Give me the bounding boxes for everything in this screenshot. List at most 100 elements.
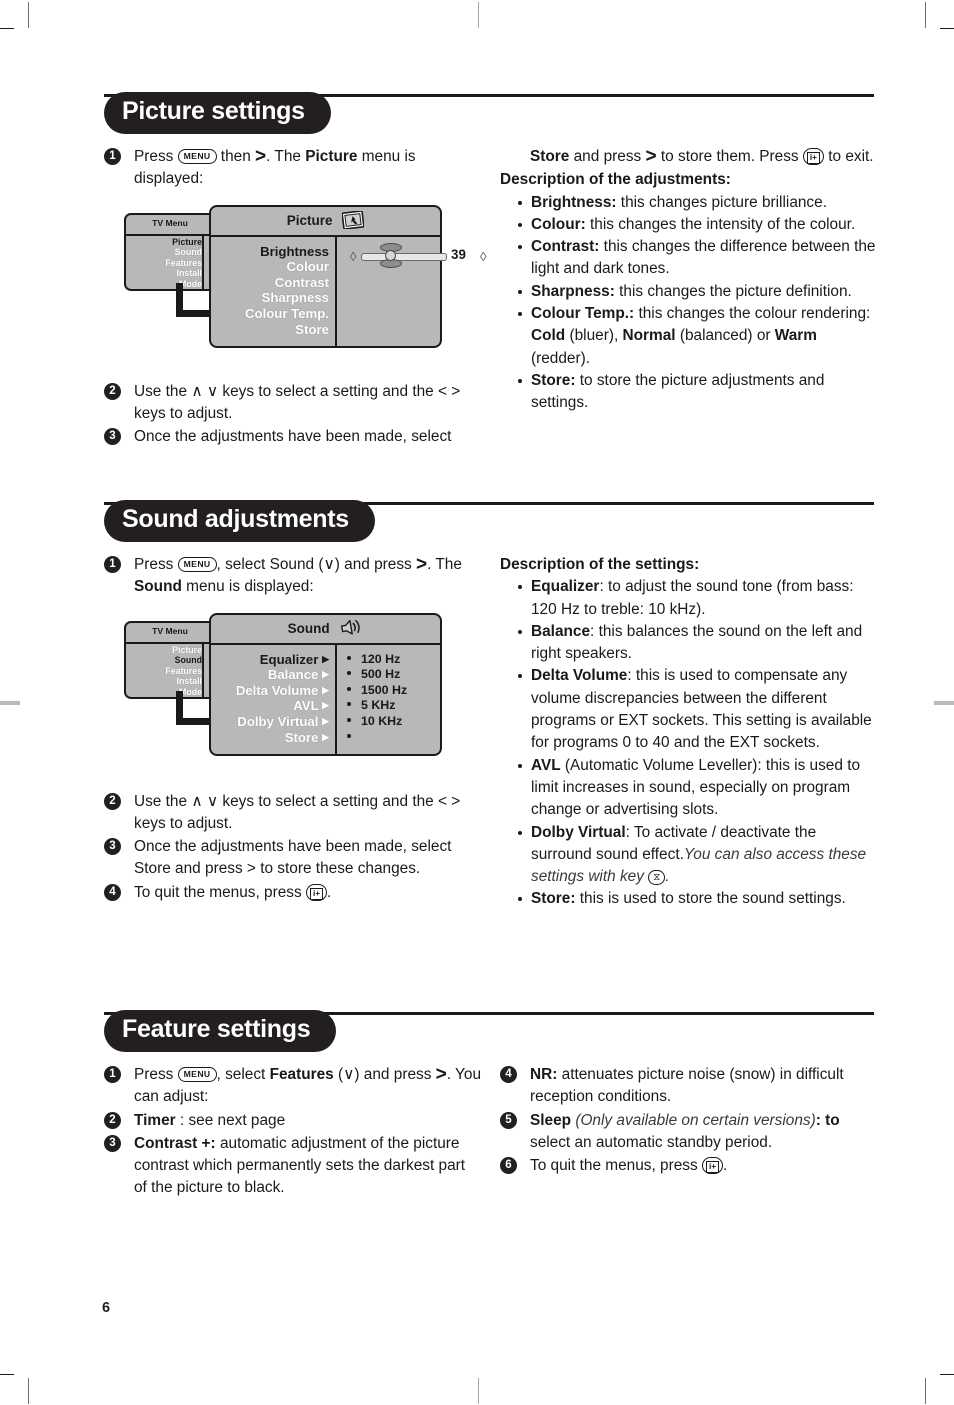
osd-tv-menu-panel: TV Menu Picture Sound Features Install M… — [124, 212, 216, 291]
feature-settings-title: Feature settings — [104, 1010, 337, 1052]
osd-setting-colour-temp[interactable]: Colour Temp. — [217, 306, 329, 322]
osd-panel-edge — [202, 641, 204, 697]
step-bold-nr: NR: — [530, 1066, 558, 1083]
osd-setting-contrast[interactable]: Contrast — [217, 275, 329, 291]
brightness-slider[interactable]: ◊ 39 ◊ — [347, 242, 486, 268]
osd-setting-store[interactable]: Store ▶ — [217, 730, 329, 746]
osd-tv-menu-panel: TV Menu Picture Sound Features Install M… — [124, 620, 216, 699]
step-number: 4 — [500, 1066, 517, 1083]
desc-text: (Automatic Volume Leveller): this is use… — [531, 756, 861, 819]
step-text-3: . The — [266, 148, 306, 165]
osd-menu-item-install[interactable]: Install — [126, 268, 202, 279]
step-text-4: menu is displayed: — [181, 578, 314, 596]
desc-text-4: (redder). — [531, 349, 591, 367]
desc-term: Balance — [531, 622, 591, 640]
desc-term: Equalizer — [531, 578, 600, 596]
feature-step-2: 2 Timer : see next page — [104, 1110, 482, 1132]
osd-setting-balance[interactable]: Balance ▶ — [217, 667, 329, 683]
bullet-dot-icon — [518, 222, 522, 227]
feature-step-3: 3 Contrast +: automatic adjustment of the… — [104, 1133, 482, 1200]
bullet-dot-icon — [518, 312, 522, 317]
osd-menu-item-picture[interactable]: Picture — [126, 645, 202, 656]
step-text: Press — [134, 1066, 178, 1083]
step-bold-features: Features — [269, 1066, 334, 1083]
osd-menu-item-sound[interactable]: Sound — [126, 247, 202, 258]
step-number: 2 — [104, 382, 121, 400]
picture-continuation: Store and press > to store them. Press i… — [500, 146, 876, 168]
step-number: 1 — [104, 1066, 121, 1083]
picture-settings-title: Picture settings — [104, 92, 331, 134]
step-text-2: , select — [216, 1066, 270, 1083]
osd-menu-item-features[interactable]: Features — [126, 258, 202, 269]
step-number: 1 — [104, 148, 121, 165]
sound-description-title: Description of the settings: — [500, 556, 700, 573]
speaker-icon — [339, 618, 363, 647]
step-bold-to: : to — [815, 1111, 840, 1129]
osd-value-row[interactable]: 5 KHz — [347, 698, 440, 714]
section-picture-settings: Picture settings 1 Press MENU then >. The… — [104, 92, 876, 446]
step-text: Press — [134, 148, 178, 165]
osd-picture-values: ◊ 39 ◊ — [337, 237, 486, 347]
osd-value-row[interactable]: 10 KHz — [347, 714, 440, 730]
desc-text-2: (bluer), — [565, 327, 623, 345]
desc-term: Contrast: — [531, 238, 600, 256]
picture-osd-diagram: TV Menu Picture Sound Features Install M… — [124, 204, 486, 365]
osd-setting-store[interactable]: Store — [217, 322, 329, 338]
picture-settings-heading: Picture settings — [104, 92, 874, 136]
desc-item-dolby-virtual: Dolby Virtual: To activate / deactivate … — [500, 822, 876, 889]
desc-item-sharpness: Sharpness: this changes the picture defi… — [500, 281, 876, 303]
osd-menu-item-mode[interactable]: Mode — [126, 279, 202, 290]
step-text-2: . — [327, 883, 332, 901]
desc-item-colour: Colour: this changes the intensity of th… — [500, 214, 876, 236]
sound-step-3: 3 Once the adjustments have been made, se… — [104, 836, 482, 881]
chevron-right-icon: ▶ — [322, 731, 329, 742]
desc-item-store: Store: this is used to store the sound s… — [500, 888, 876, 910]
desc-item-colour-temp: Colour Temp.: this changes the colour re… — [500, 303, 876, 370]
osd-setting-equalizer[interactable]: Equalizer ▶ — [217, 652, 329, 668]
info-key-icon: i+ — [701, 1157, 724, 1175]
chevron-right-icon: ▶ — [322, 653, 329, 664]
picture-description-title: Description of the adjustments: — [500, 171, 731, 189]
osd-setting-sharpness[interactable]: Sharpness — [217, 290, 329, 306]
bullet-dot-icon — [347, 655, 351, 660]
osd-setting-delta-volume[interactable]: Delta Volume ▶ — [217, 683, 329, 699]
osd-menu-item-sound[interactable]: Sound — [126, 655, 202, 666]
osd-sound-title-bar: Sound — [211, 615, 440, 645]
menu-key-icon: MENU — [177, 1067, 217, 1082]
osd-menu-item-picture[interactable]: Picture — [126, 237, 202, 248]
sound-osd-diagram: TV Menu Picture Sound Features Install M… — [124, 612, 482, 773]
step-text: Once the adjustments have been made, sel… — [134, 838, 452, 878]
step-text: Use the ∧ ∨ keys to select a setting and… — [134, 382, 461, 422]
brightness-value: 39 — [451, 246, 466, 262]
osd-value-row[interactable]: 500 Hz — [347, 667, 440, 683]
picture-step-1: 1 Press MENU then >. The Picture menu is … — [104, 146, 482, 191]
picture-right-column: Store and press > to store them. Press i… — [500, 136, 876, 415]
osd-value-row[interactable]: 120 Hz — [347, 652, 440, 668]
bullet-dot-icon — [518, 245, 522, 250]
osd-setting-avl[interactable]: AVL ▶ — [217, 698, 329, 714]
page-number: 6 — [102, 1300, 111, 1316]
bullet-dot-icon — [518, 763, 522, 768]
osd-tv-menu-items: Picture Sound Features Install Mode — [126, 645, 202, 698]
feature-right-column: 4 NR: attenuates picture noise (snow) in … — [500, 1064, 876, 1178]
bullet-dot-icon — [518, 629, 522, 634]
osd-tv-menu-title: TV Menu — [152, 625, 188, 636]
desc-term: Delta Volume — [531, 667, 628, 685]
picture-step-3: 3 Once the adjustments have been made, se… — [104, 426, 482, 448]
bullet-dot-icon — [518, 830, 522, 835]
sound-left-column: 1 Press MENU, select Sound (∨) and press … — [104, 544, 482, 905]
desc-item-avl: AVL (Automatic Volume Leveller): this is… — [500, 755, 876, 822]
osd-menu-item-install[interactable]: Install — [126, 676, 202, 687]
step-number: 4 — [104, 883, 121, 901]
osd-setting-colour[interactable]: Colour — [217, 259, 330, 275]
osd-setting-dolby-virtual[interactable]: Dolby Virtual ▶ — [217, 714, 329, 730]
osd-setting-brightness[interactable]: Brightness — [217, 244, 329, 260]
osd-panel-edge — [202, 233, 204, 289]
picture-step-2: 2 Use the ∧ ∨ keys to select a setting an… — [104, 381, 482, 426]
desc-italic-end: . — [665, 868, 670, 886]
osd-menu-item-features[interactable]: Features — [126, 666, 202, 677]
sound-adjustments-heading: Sound adjustments — [104, 500, 874, 544]
osd-value-row[interactable]: 1500 Hz — [347, 683, 440, 699]
feature-step-6: 6 To quit the menus, press i+. — [500, 1155, 876, 1177]
osd-menu-item-mode[interactable]: Mode — [126, 687, 202, 698]
